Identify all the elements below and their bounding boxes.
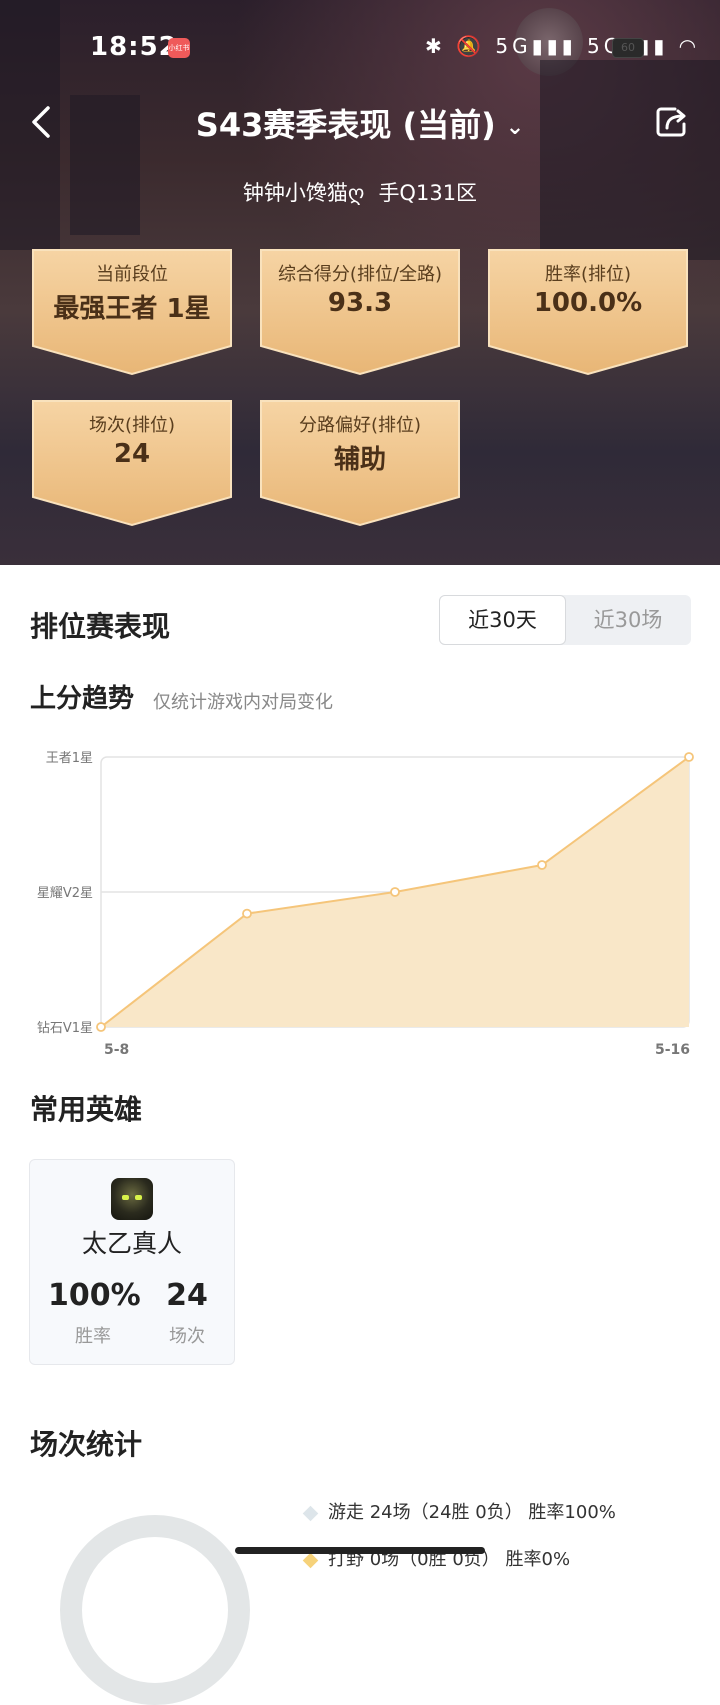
tab-30-games[interactable]: 近30场 [565, 595, 691, 645]
stat-value: 24 [113, 439, 151, 469]
data-point [242, 908, 252, 919]
stat-label: 当前段位 [96, 264, 168, 285]
section-title-heroes: 常用英雄 [30, 1093, 143, 1126]
x-tick-label: 5-16 [655, 1042, 690, 1058]
stat-card-games[interactable]: 场次(排位) 24 [29, 399, 235, 527]
hero-avatar [111, 1178, 153, 1220]
stat-value: 100.0% [533, 288, 643, 318]
section-title-match-stats: 场次统计 [30, 1428, 143, 1461]
status-bar: 18:52 小红书 ✱ 🔕 5G▮▮▮ 5G▮▮▮ ◠ 60 [0, 30, 720, 70]
hero-card[interactable]: 太乙真人 100% 24 胜率 场次 [29, 1159, 235, 1365]
stat-value: 辅助 [333, 445, 386, 475]
legend-item: 游走 24场（24胜 0负） 胜率100% [302, 1498, 616, 1524]
notification-icon: 小红书 [168, 38, 190, 58]
stat-value: 最强王者 1星 [53, 294, 211, 324]
y-tick-label: 王者1星 [46, 751, 93, 766]
y-tick-label: 星耀V2星 [37, 886, 93, 901]
stat-value: 93.3 [327, 288, 393, 318]
stat-card-lane[interactable]: 分路偏好(排位) 辅助 [257, 399, 463, 527]
chevron-down-icon: ⌄ [505, 114, 525, 140]
stat-card-winrate[interactable]: 胜率(排位) 100.0% [485, 248, 691, 376]
data-point [96, 1022, 106, 1032]
page-title: S43赛季表现 (当前) [195, 106, 496, 144]
lane-donut-chart [60, 1515, 250, 1705]
player-name: 钟钟小馋猫ღ [242, 181, 365, 205]
stat-card-score[interactable]: 综合得分(排位/全路) 93.3 [257, 248, 463, 376]
signal-icons: ✱ 🔕 5G▮▮▮ 5G▮▮▮ ◠ [425, 34, 701, 58]
share-button[interactable] [655, 106, 689, 138]
avatar-eye [122, 1195, 129, 1200]
legend-text: 游走 24场（24胜 0负） 胜率100% [328, 1502, 616, 1523]
hero-games: 24 [166, 1278, 208, 1313]
hero-name: 太乙真人 [81, 1229, 182, 1258]
stat-label: 胜率(排位) [544, 264, 632, 285]
stat-label: 综合得分(排位/全路) [277, 264, 443, 285]
home-indicator[interactable] [235, 1547, 485, 1554]
legend-swatch [302, 1505, 319, 1521]
hero-winrate-label: 胜率 [75, 1326, 111, 1347]
legend-swatch [302, 1552, 319, 1568]
tab-30-days[interactable]: 近30天 [439, 595, 566, 645]
stat-label: 分路偏好(排位) [298, 415, 422, 436]
season-selector[interactable]: S43赛季表现 (当前) ⌄ [0, 100, 720, 146]
background-building [540, 60, 720, 260]
data-point [390, 887, 400, 897]
clock: 18:52 [90, 32, 178, 62]
section-title-ranked: 排位赛表现 [30, 610, 171, 643]
data-point [684, 752, 694, 762]
data-point [537, 860, 547, 870]
hero-winrate: 100% [48, 1278, 141, 1313]
avatar-eye [135, 1195, 142, 1200]
hero-games-label: 场次 [169, 1326, 205, 1347]
season-header: 18:52 小红书 ✱ 🔕 5G▮▮▮ 5G▮▮▮ ◠ 60 S43赛季表现 (… [0, 0, 720, 565]
y-tick-label: 钻石V1星 [37, 1021, 93, 1036]
rank-trend-chart: 钻石V1星 星耀V2星 王者1星 5-8 5-16 [37, 751, 694, 1058]
player-info: 钟钟小馋猫ღ 手Q131区 [0, 177, 720, 207]
range-toggle: 近30天 近30场 [439, 595, 691, 645]
x-tick-label: 5-8 [104, 1042, 129, 1058]
trend-title: 上分趋势 [30, 684, 135, 714]
share-icon [656, 107, 686, 137]
battery-icon: 60 [612, 38, 644, 58]
stat-card-rank[interactable]: 当前段位 最强王者 1星 [29, 248, 235, 376]
stat-label: 场次(排位) [88, 415, 176, 436]
server-name: 手Q131区 [378, 181, 478, 205]
trend-subtitle: 仅统计游戏内对局变化 [153, 692, 333, 713]
